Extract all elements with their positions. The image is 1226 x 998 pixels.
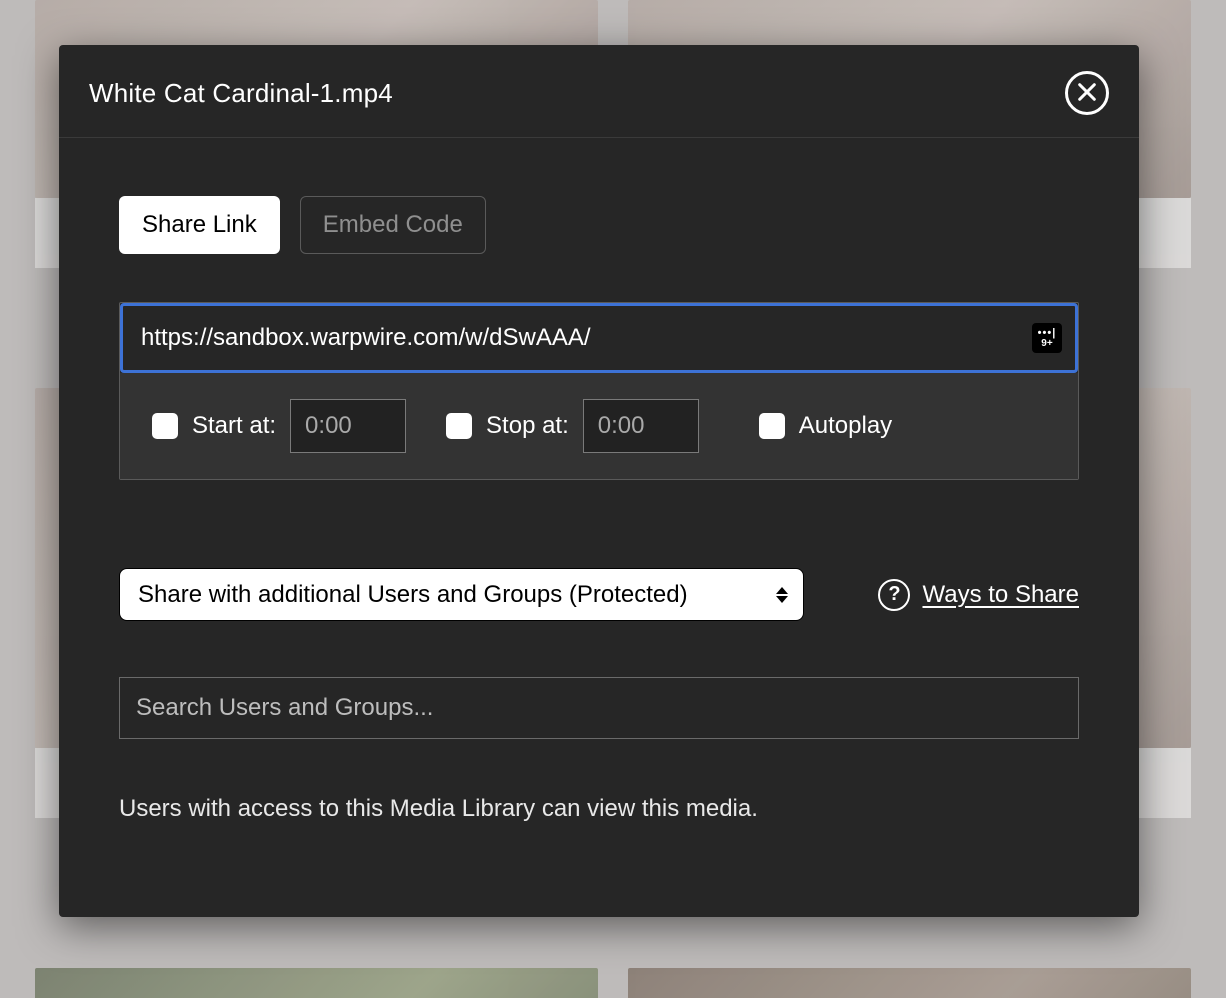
time-options-row: Start at: Stop at: Autoplay xyxy=(120,373,1078,479)
start-at-input[interactable] xyxy=(290,399,406,453)
close-icon xyxy=(1076,81,1098,106)
ways-to-share-label: Ways to Share xyxy=(922,581,1079,609)
modal-body: Share Link Embed Code •••| 9+ Start at: xyxy=(59,138,1139,917)
start-at-label: Start at: xyxy=(192,412,276,440)
start-at-checkbox[interactable] xyxy=(152,413,178,439)
access-note: Users with access to this Media Library … xyxy=(119,795,1079,823)
url-row: •••| 9+ xyxy=(120,303,1078,373)
help-icon: ? xyxy=(878,579,910,611)
autoplay-label: Autoplay xyxy=(799,412,892,440)
autoplay-group: Autoplay xyxy=(759,412,892,440)
autoplay-checkbox[interactable] xyxy=(759,413,785,439)
share-modal: White Cat Cardinal-1.mp4 Share Link Embe… xyxy=(59,45,1139,917)
modal-header: White Cat Cardinal-1.mp4 xyxy=(59,45,1139,138)
stop-at-label: Stop at: xyxy=(486,412,569,440)
stop-at-group: Stop at: xyxy=(446,399,699,453)
badge-count: 9+ xyxy=(1041,339,1052,349)
modal-overlay: White Cat Cardinal-1.mp4 Share Link Embe… xyxy=(0,0,1226,998)
password-suggestion-icon[interactable]: •••| 9+ xyxy=(1032,323,1062,353)
ways-to-share-link[interactable]: ? Ways to Share xyxy=(878,579,1079,611)
tab-share-link[interactable]: Share Link xyxy=(119,196,280,254)
search-users-input[interactable] xyxy=(119,677,1079,739)
share-tabs: Share Link Embed Code xyxy=(119,196,1079,254)
share-scope-select[interactable]: Share with additional Users and Groups (… xyxy=(119,568,804,621)
share-scope-row: Share with additional Users and Groups (… xyxy=(119,568,1079,621)
tab-embed-code[interactable]: Embed Code xyxy=(300,196,486,254)
start-at-group: Start at: xyxy=(152,399,406,453)
share-scope-select-wrap: Share with additional Users and Groups (… xyxy=(119,568,804,621)
search-row xyxy=(119,677,1079,739)
badge-dots: •••| xyxy=(1038,328,1057,339)
share-url-input[interactable] xyxy=(120,303,1078,373)
stop-at-checkbox[interactable] xyxy=(446,413,472,439)
modal-title: White Cat Cardinal-1.mp4 xyxy=(89,78,393,109)
share-link-panel: •••| 9+ Start at: Stop at: xyxy=(119,302,1079,480)
stop-at-input[interactable] xyxy=(583,399,699,453)
close-button[interactable] xyxy=(1065,71,1109,115)
